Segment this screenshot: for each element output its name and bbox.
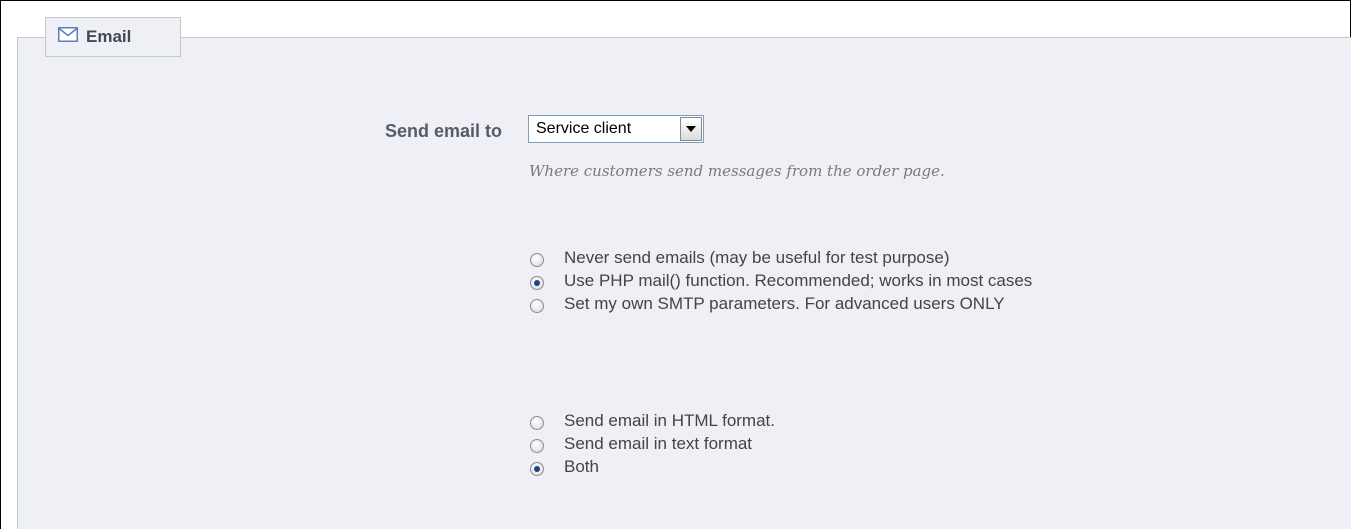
mail-format-group: Send email in HTML format. Send email in… <box>530 409 775 478</box>
section-title: Email <box>86 27 132 46</box>
email-section-legend: Email <box>45 17 181 57</box>
radio-label: Never send emails (may be useful for tes… <box>564 247 950 267</box>
envelope-icon <box>58 27 78 47</box>
radio-label: Send email in text format <box>564 433 753 453</box>
mail-format-option-html[interactable]: Send email in HTML format. <box>530 409 775 432</box>
radio-button[interactable] <box>530 415 544 430</box>
radio-label: Send email in HTML format. <box>564 410 775 430</box>
radio-button[interactable] <box>530 461 544 476</box>
send-email-to-select[interactable]: Service client <box>528 115 704 143</box>
select-value: Service client <box>536 120 632 137</box>
send-email-to-hint: Where customers send messages from the o… <box>529 162 945 180</box>
mail-method-option-never[interactable]: Never send emails (may be useful for tes… <box>530 246 1032 269</box>
mail-method-option-php-mail[interactable]: Use PHP mail() function. Recommended; wo… <box>530 269 1032 292</box>
radio-label: Set my own SMTP parameters. For advanced… <box>564 293 1005 313</box>
radio-button[interactable] <box>530 252 544 267</box>
radio-button[interactable] <box>530 438 544 453</box>
radio-label: Use PHP mail() function. Recommended; wo… <box>564 270 1033 290</box>
mail-format-option-text[interactable]: Send email in text format <box>530 432 775 455</box>
mail-format-option-both[interactable]: Both <box>530 455 775 478</box>
radio-button[interactable] <box>530 275 544 290</box>
chevron-down-icon[interactable] <box>680 117 702 141</box>
mail-method-group: Never send emails (may be useful for tes… <box>530 246 1032 315</box>
radio-button[interactable] <box>530 298 544 313</box>
send-email-to-label: Send email to <box>384 121 502 141</box>
radio-label: Both <box>564 456 599 476</box>
mail-method-option-smtp[interactable]: Set my own SMTP parameters. For advanced… <box>530 292 1032 315</box>
